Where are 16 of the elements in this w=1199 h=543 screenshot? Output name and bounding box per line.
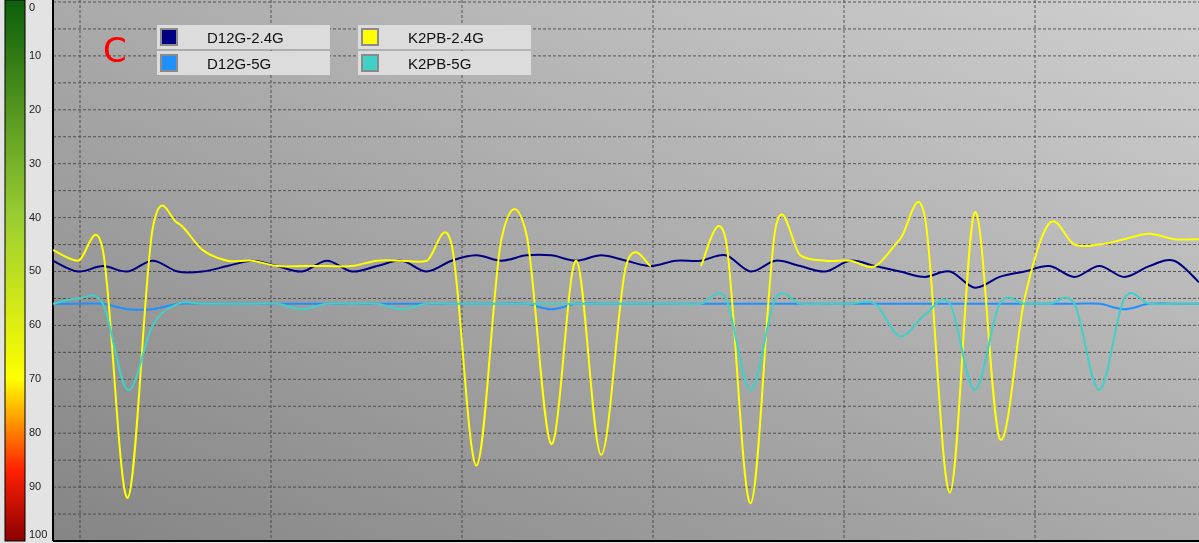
- legend-label: K2PB-5G: [408, 55, 472, 72]
- legend-label: D12G-5G: [207, 55, 272, 72]
- legend-label: K2PB-2.4G: [408, 29, 484, 46]
- y-tick-label: 50: [29, 264, 42, 277]
- chart-annotation: C: [103, 30, 127, 70]
- y-tick-label: 90: [29, 480, 42, 492]
- y-tick-label: 80: [29, 426, 42, 439]
- y-tick-label: 40: [29, 210, 42, 223]
- y-tick-label: 100: [29, 527, 48, 540]
- y-tick-label: 30: [29, 156, 42, 169]
- y-tick-label: 10: [29, 48, 42, 61]
- y-tick-label: 0: [29, 0, 36, 13]
- legend-label: D12G-2.4G: [207, 29, 284, 46]
- y-tick-label: 20: [29, 102, 42, 115]
- y-tick-label: 60: [29, 318, 42, 331]
- y-tick-label: 70: [29, 372, 42, 385]
